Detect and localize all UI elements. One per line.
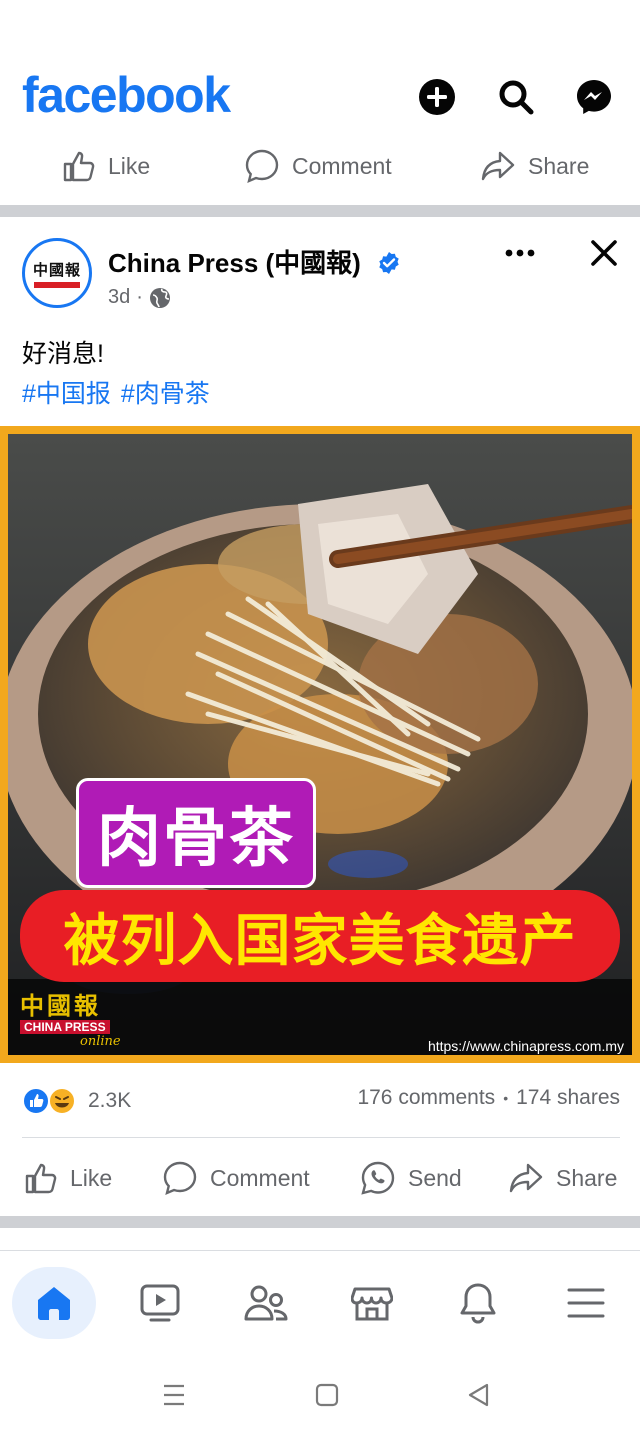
post-actions: Like Comment Send Share	[0, 1154, 640, 1202]
more-dots-icon	[505, 249, 535, 257]
hamburger-menu-icon	[567, 1288, 605, 1318]
video-icon	[140, 1284, 180, 1322]
globe-icon	[149, 287, 170, 308]
like-label: Like	[70, 1164, 113, 1191]
thumbs-up-icon	[63, 151, 95, 182]
back-button[interactable]	[466, 1382, 492, 1413]
share-label: Share	[556, 1164, 618, 1191]
post-author[interactable]: China Press (中國報)	[108, 243, 361, 280]
reaction-icons	[22, 1087, 76, 1115]
reactions-summary[interactable]: 2.3K	[22, 1086, 131, 1116]
stats-divider	[22, 1137, 620, 1138]
like-button-top[interactable]: Like	[62, 140, 150, 192]
like-button[interactable]: Like	[24, 1154, 112, 1202]
post-photo[interactable]: 肉骨茶 被列入国家美食遗产 中國報 CHINA PRESS online htt…	[0, 426, 640, 1063]
logo-en: CHINA PRESS	[20, 1020, 110, 1034]
send-label: Send	[408, 1164, 462, 1191]
comment-label: Comment	[210, 1164, 310, 1191]
post-text: 好消息!	[22, 340, 104, 368]
comment-label: Comment	[292, 152, 392, 179]
comments-count[interactable]: 176 comments	[357, 1086, 495, 1110]
like-label: Like	[108, 152, 151, 179]
messenger-icon	[577, 80, 611, 114]
logo-cn: 中國報	[20, 991, 101, 1020]
search-button[interactable]	[496, 77, 536, 117]
nav-menu[interactable]	[544, 1267, 628, 1339]
nav-friends[interactable]	[224, 1267, 308, 1339]
nav-video[interactable]	[118, 1267, 202, 1339]
photo-content: 肉骨茶 被列入国家美食遗产 中國報 CHINA PRESS online htt…	[8, 434, 632, 1055]
nav-notifications[interactable]	[436, 1267, 520, 1339]
system-nav-bar	[0, 1360, 640, 1432]
feed-divider	[0, 205, 640, 217]
whatsapp-icon	[361, 1161, 395, 1195]
image-title-box: 肉骨茶	[76, 778, 316, 888]
marketplace-icon	[351, 1287, 393, 1321]
chinapress-logo: 中國報 CHINA PRESS online	[20, 994, 156, 1052]
facebook-logo[interactable]: facebook	[22, 66, 231, 124]
image-url: https://www.chinapress.com.my	[427, 1038, 624, 1054]
image-subtitle-box: 被列入国家美食遗产	[20, 890, 620, 982]
image-title-sub: 被列入国家美食遗产	[63, 908, 577, 974]
haha-reaction-icon	[48, 1087, 76, 1115]
send-button[interactable]: Send	[360, 1154, 462, 1202]
comment-icon	[163, 1161, 197, 1196]
hide-post-button[interactable]	[590, 239, 618, 272]
share-icon	[509, 1163, 543, 1193]
post-stats: 2.3K 176 comments • 174 shares	[22, 1086, 620, 1118]
more-options-button[interactable]	[504, 246, 536, 264]
nav-home[interactable]	[12, 1267, 96, 1339]
engagement-counts: 176 comments • 174 shares	[357, 1086, 620, 1110]
plus-circle-icon	[419, 79, 455, 115]
search-icon	[499, 80, 534, 115]
share-icon	[481, 151, 515, 181]
nav-marketplace[interactable]	[330, 1267, 414, 1339]
avatar-text: 中國報	[32, 260, 81, 279]
friends-icon	[244, 1285, 288, 1321]
comment-icon	[245, 149, 279, 184]
hashtag-link[interactable]: #中国报	[22, 374, 111, 410]
bell-icon	[460, 1283, 496, 1324]
avatar[interactable]: 中國報	[22, 238, 92, 308]
shares-count[interactable]: 174 shares	[516, 1086, 620, 1110]
meta-separator: ·	[136, 286, 143, 308]
feed-divider	[0, 1216, 640, 1228]
home-system-button[interactable]	[314, 1382, 340, 1413]
logo-sub: online	[80, 1034, 121, 1049]
comment-button-top[interactable]: Comment	[244, 140, 392, 192]
comment-button[interactable]: Comment	[162, 1154, 310, 1202]
create-button[interactable]	[417, 77, 457, 117]
reactions-count: 2.3K	[88, 1089, 132, 1112]
recents-button[interactable]	[160, 1382, 188, 1413]
stats-separator: •	[503, 1090, 509, 1106]
share-button[interactable]: Share	[508, 1154, 617, 1202]
messenger-button[interactable]	[574, 77, 614, 117]
hashtag-link[interactable]: #肉骨茶	[121, 374, 210, 410]
hashtag-list: #中国报 #肉骨茶	[22, 374, 210, 410]
post-meta: 3d ·	[108, 286, 171, 309]
thumbs-up-icon	[25, 1163, 57, 1194]
home-icon	[38, 1287, 70, 1320]
close-icon	[591, 240, 617, 266]
back-triangle-icon	[468, 1383, 489, 1407]
post-time[interactable]: 3d	[108, 286, 130, 309]
image-title-main: 肉骨茶	[97, 802, 295, 876]
bottom-nav	[0, 1250, 640, 1351]
square-home-icon	[315, 1383, 339, 1407]
share-label: Share	[528, 152, 590, 179]
avatar-strip	[34, 281, 80, 288]
share-button-top[interactable]: Share	[480, 140, 589, 192]
verified-badge-icon	[379, 252, 399, 274]
recents-icon	[164, 1384, 184, 1406]
previous-post-actions: Like Comment Share	[0, 140, 640, 192]
